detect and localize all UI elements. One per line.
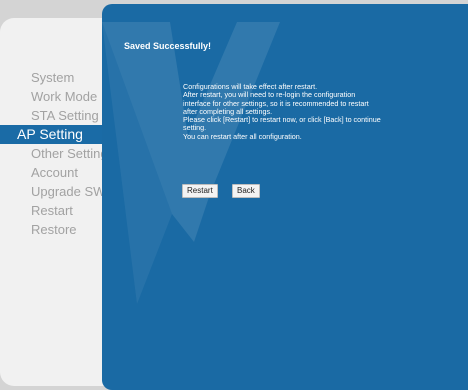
restart-message: Configurations will take effect after re… bbox=[183, 82, 423, 141]
save-status-title: Saved Successfully! bbox=[124, 41, 212, 51]
message-line: Please click [Restart] to restart now, o… bbox=[183, 115, 381, 125]
back-button[interactable]: Back bbox=[232, 184, 260, 198]
watermark-logo bbox=[102, 22, 280, 304]
content-panel: Saved Successfully! Configurations will … bbox=[102, 4, 468, 390]
restart-button[interactable]: Restart bbox=[182, 184, 218, 198]
message-line: You can restart after all configuration. bbox=[183, 131, 302, 141]
